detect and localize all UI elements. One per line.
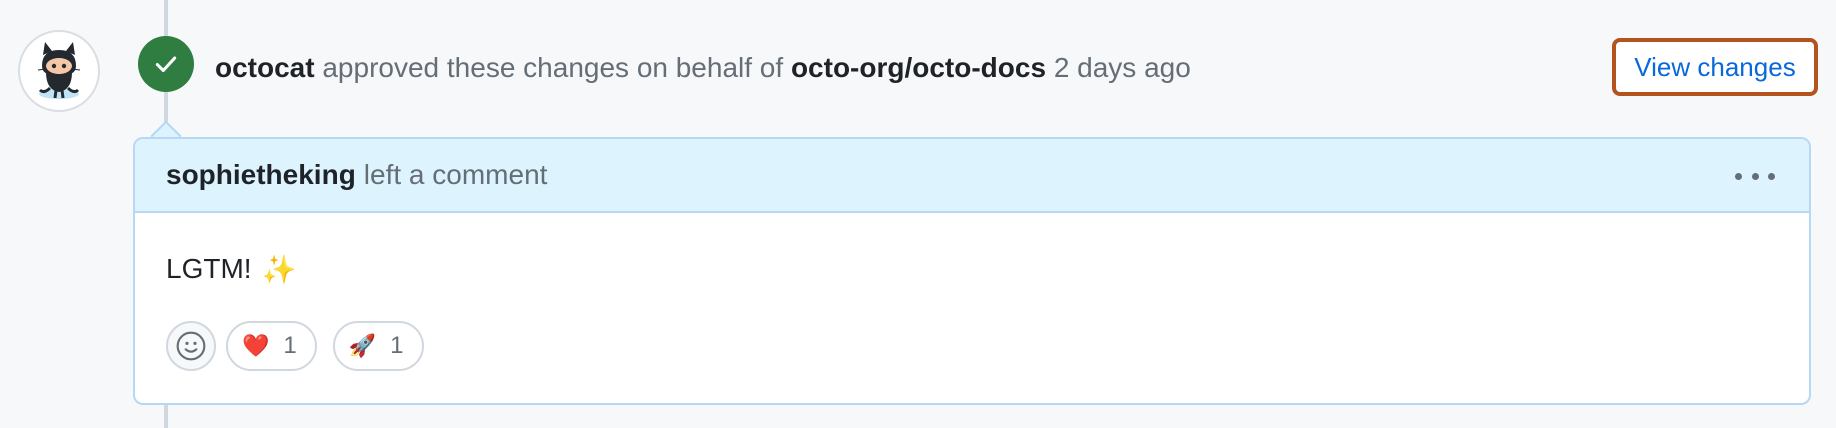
comment-action-text: left a comment xyxy=(363,159,548,190)
smiley-icon xyxy=(176,331,206,361)
review-comment: sophietheking left a comment LGTM! ✨ ❤️ xyxy=(133,137,1811,405)
approved-badge xyxy=(138,36,194,92)
octocat-avatar-icon[interactable] xyxy=(18,30,100,112)
add-reaction-button[interactable] xyxy=(166,321,216,371)
comment-header: sophietheking left a comment xyxy=(135,139,1809,213)
heart-emoji: ❤️ xyxy=(242,333,270,358)
check-icon xyxy=(155,56,177,73)
reaction-rocket-button[interactable]: 🚀 1 xyxy=(332,321,424,371)
reaction-heart-button[interactable]: ❤️ 1 xyxy=(226,321,317,371)
review-timestamp[interactable]: 2 days ago xyxy=(1054,52,1191,84)
reviewer-username[interactable]: octocat xyxy=(215,52,315,84)
review-action-text: approved these changes on behalf of xyxy=(322,52,784,83)
comment-author[interactable]: sophietheking xyxy=(166,159,356,191)
review-header: octocat approved these changes on behalf… xyxy=(215,46,1191,90)
reaction-count: 1 xyxy=(390,332,404,359)
org-repo-name[interactable]: octo-org/octo-docs xyxy=(791,52,1046,84)
sparkles-emoji: ✨ xyxy=(261,253,297,285)
pr-review-timeline: octocat approved these changes on behalf… xyxy=(0,0,1836,428)
kebab-horizontal-icon[interactable] xyxy=(1735,161,1775,191)
reactions-bar: ❤️ 1 🚀 1 xyxy=(166,321,424,371)
view-changes-button[interactable]: View changes xyxy=(1612,38,1818,96)
comment-text: LGTM! xyxy=(166,253,252,284)
reaction-count: 1 xyxy=(283,332,297,359)
rocket-emoji: 🚀 xyxy=(348,333,377,358)
comment-body: LGTM! ✨ xyxy=(135,213,1809,291)
